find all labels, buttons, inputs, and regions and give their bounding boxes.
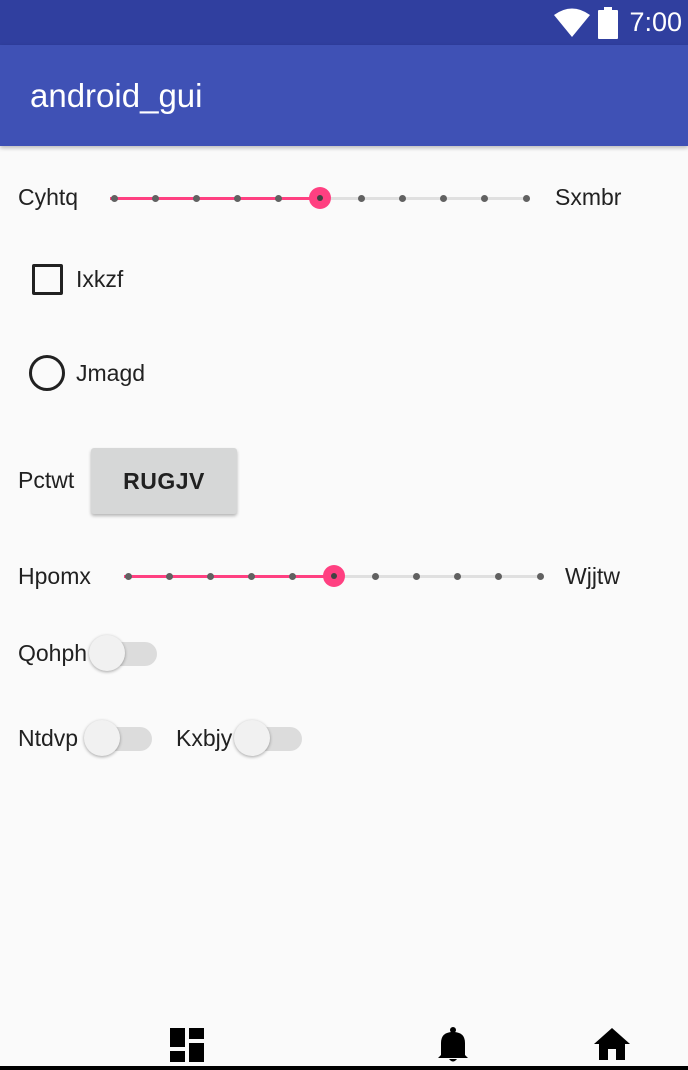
slider2-tick [536,573,544,580]
slider2-tick [165,573,173,580]
switch-ntdvp[interactable] [84,718,154,758]
slider2-right-label: Wjjtw [565,563,620,589]
switch-qohph[interactable] [89,633,159,673]
dashboard-icon[interactable] [170,1028,204,1062]
slider1-tick [192,195,200,202]
slider2-tick [371,573,379,580]
slider1-tick [481,195,489,202]
battery-icon [598,6,619,39]
slider1-tick [440,195,448,202]
switch3-label: Kxbjy [176,725,233,751]
slider1[interactable] [110,178,530,218]
status-time: 7:00 [629,7,682,37]
slider1-right-label: Sxmbr [555,184,622,210]
app-bar: android_gui [0,45,688,146]
slider1-active-track [110,197,320,200]
switch-thumb [234,720,270,756]
radio-label: Jmagd [76,360,146,386]
wifi-icon [554,8,591,37]
switch-thumb [89,635,125,671]
switch2-label: Ntdvp [18,725,79,751]
rugjv-button[interactable]: RUGJV [91,448,237,514]
slider2-tick [206,573,214,580]
slider2-tick [454,573,462,580]
button-row-label: Pctwt [18,467,75,493]
checkbox-label: Ixkzf [76,266,124,292]
slider2-tick [495,573,503,580]
slider1-tick [110,195,118,202]
checkbox-ixkzf[interactable] [32,264,63,295]
slider1-tick [151,195,159,202]
slider2-tick [248,573,256,580]
slider2-thumb[interactable] [323,565,345,587]
switch-kxbjy[interactable] [234,718,304,758]
status-bar: 7:00 [0,0,688,45]
slider2-tick [289,573,297,580]
slider2-tick [124,573,132,580]
slider2-tick [412,573,420,580]
slider1-thumb[interactable] [309,187,331,209]
slider1-tick [234,195,242,202]
slider2-active-track [124,575,334,578]
slider1-tick [357,195,365,202]
slider1-tick [398,195,406,202]
bottom-nav [0,1027,688,1070]
slider2[interactable] [124,556,544,596]
radio-jmagd[interactable] [29,355,65,391]
status-icons: 7:00 [553,0,682,45]
slider1-left-label: Cyhtq [18,184,79,210]
notifications-icon[interactable] [437,1027,469,1063]
switch1-label: Qohph [18,640,88,666]
slider2-left-label: Hpomx [18,563,91,589]
slider1-tick [522,195,530,202]
slider1-tick [275,195,283,202]
home-icon[interactable] [594,1028,630,1060]
app-title: android_gui [30,77,203,114]
switch-thumb [84,720,120,756]
